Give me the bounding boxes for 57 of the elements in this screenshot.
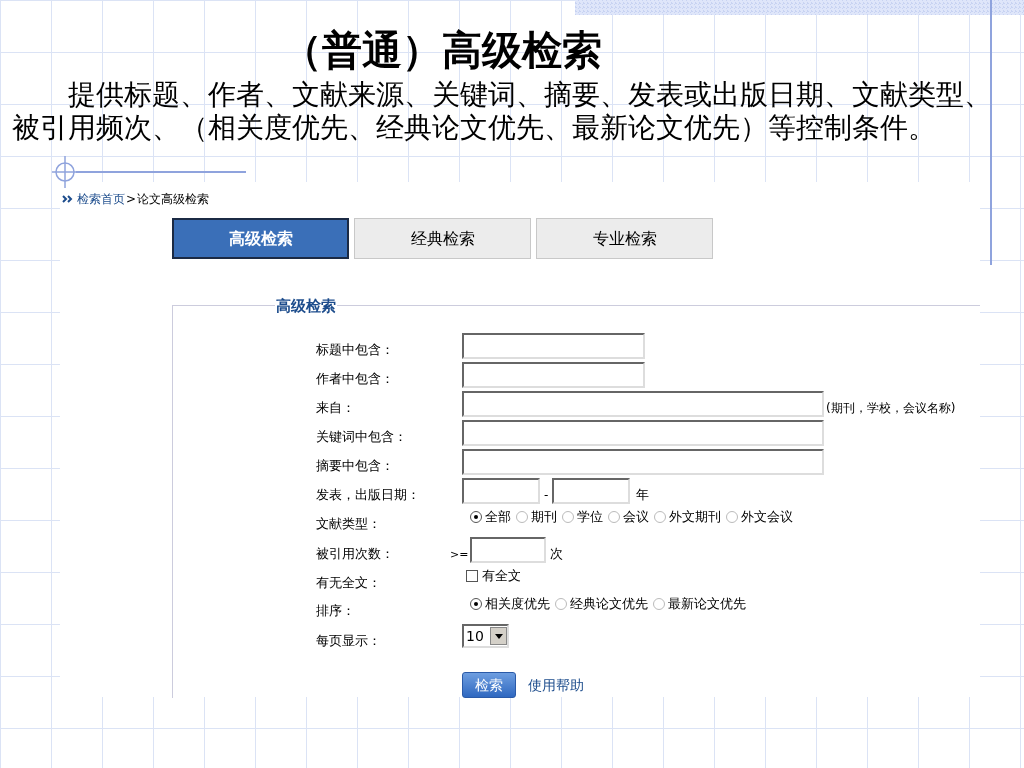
unit-text: 年 [636, 485, 650, 504]
radio-button[interactable] [608, 510, 620, 523]
radio-button[interactable] [653, 597, 665, 610]
field-label: 来自： [316, 400, 355, 415]
year-to-field[interactable] [552, 478, 631, 504]
radio-label: 经典论文优先 [570, 595, 648, 613]
radio-label: 学位 [577, 508, 603, 526]
tab[interactable]: 经典检索 [354, 218, 531, 259]
text-input-field[interactable] [462, 362, 645, 388]
radio-button[interactable] [555, 597, 567, 610]
field-label: 作者中包含： [316, 371, 394, 386]
radio-button[interactable] [470, 510, 482, 523]
field-label: 发表，出版日期： [316, 487, 420, 502]
radio-button[interactable] [654, 510, 666, 523]
tab[interactable]: 专业检索 [536, 218, 713, 259]
field-label: 被引用次数： [316, 546, 394, 561]
text-input-field[interactable] [462, 420, 824, 446]
field-label: 标题中包含： [316, 342, 394, 357]
radio-label: 外文会议 [741, 508, 793, 526]
field-label: 每页显示： [316, 633, 381, 648]
hint-text: (期刊，学校，会议名称) [826, 400, 956, 417]
radio-label: 全部 [485, 508, 511, 526]
text-input-field[interactable] [462, 449, 824, 475]
range-separator: - [544, 487, 549, 504]
field-label: 文献类型： [316, 516, 381, 531]
year-from-field[interactable] [462, 478, 540, 504]
page-size-select[interactable]: 10 [462, 624, 509, 648]
field-label: 有无全文： [316, 575, 381, 590]
radio-button[interactable] [516, 510, 528, 523]
tab[interactable]: 高级检索 [172, 218, 349, 259]
radio-label: 会议 [623, 508, 649, 526]
breadcrumb-link[interactable]: 检索首页 [77, 190, 125, 208]
checkbox[interactable] [466, 569, 478, 582]
double-chevron-icon [62, 195, 74, 203]
search-button[interactable]: 检索 [462, 672, 516, 698]
field-label: 排序： [316, 603, 355, 618]
radio-button[interactable] [470, 597, 482, 610]
unit-text: 次 [550, 544, 564, 563]
text-input-field[interactable] [462, 391, 824, 417]
field-label: 摘要中包含： [316, 458, 394, 473]
checkbox-label: 有全文 [482, 567, 521, 585]
slide-title: （普通）高级检索 [282, 25, 603, 75]
text-input-field[interactable] [462, 333, 645, 359]
radio-label: 外文期刊 [669, 508, 721, 526]
count-field[interactable] [470, 537, 547, 563]
radio-button[interactable] [562, 510, 574, 523]
operator-text: >= [450, 546, 469, 563]
breadcrumb-separator: > [126, 191, 137, 208]
intro-paragraph: 提供标题、作者、文献来源、关键词、摘要、发表或出版日期、文献类型、被引用频次、（相关度优先、经典论文优先、最新论文优先）等控制条件。 [12, 78, 993, 144]
caret-icon [494, 633, 503, 639]
radio-button[interactable] [726, 510, 738, 523]
radio-label: 相关度优先 [485, 595, 550, 613]
radio-label: 最新论文优先 [668, 595, 746, 613]
radio-label: 期刊 [531, 508, 557, 526]
field-label: 关键词中包含： [316, 429, 407, 444]
help-link[interactable]: 使用帮助 [528, 674, 584, 696]
breadcrumb-current: 论文高级检索 [137, 191, 210, 208]
